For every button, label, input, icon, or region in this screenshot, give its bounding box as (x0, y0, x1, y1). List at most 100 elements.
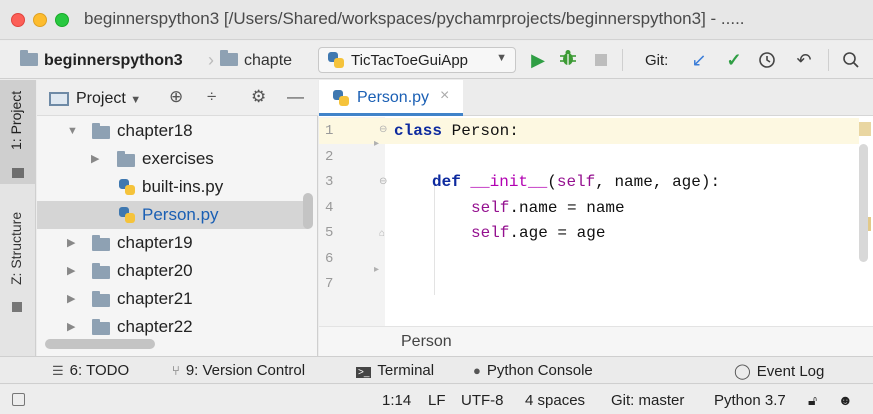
file-encoding[interactable]: UTF-8 (461, 392, 504, 409)
search-icon[interactable] (840, 48, 862, 75)
fold-collapse-icon[interactable]: ⊖ (379, 176, 387, 187)
fold-marker-icon: ▸ (374, 264, 380, 275)
tab-project[interactable]: 1: Project (8, 91, 24, 150)
line-number: 3 (325, 174, 334, 190)
code-text: , name, age): (595, 173, 721, 191)
inspector-icon[interactable]: ☻ (838, 392, 853, 408)
python-file-icon (333, 90, 349, 106)
tool-window-terminal[interactable]: >_ Terminal (356, 362, 434, 379)
tool-window-label: 6: TODO (69, 362, 130, 379)
code-keyword: class (394, 122, 443, 140)
indent-setting[interactable]: 4 spaces (525, 392, 585, 409)
close-icon[interactable]: × (440, 87, 449, 105)
folder-icon (117, 151, 135, 167)
python-file-icon (119, 207, 135, 223)
code-line-1[interactable]: class Person: (394, 122, 519, 140)
git-branch[interactable]: Git: master (611, 392, 684, 409)
debug-icon[interactable] (557, 48, 579, 74)
tree-item-label: chapter20 (117, 261, 193, 280)
indent-guide (434, 177, 435, 295)
chevron-right-icon: ▶ (67, 265, 76, 277)
editor-breadcrumb[interactable]: Person (401, 333, 452, 351)
tree-item-exercises[interactable]: ▶ exercises (37, 145, 308, 173)
python-file-icon (119, 179, 135, 195)
git-update-icon[interactable]: ↙ (688, 48, 710, 72)
tree-item-chapter21[interactable]: ▶ chapter21 (37, 285, 308, 313)
tab-person-py[interactable]: Person.py × (319, 80, 463, 116)
tree-item-label: chapter21 (117, 289, 193, 308)
collapse-all-icon[interactable]: ÷ (207, 87, 216, 107)
fold-collapse-icon[interactable]: ⊖ (379, 124, 387, 135)
tree-item-label: chapter19 (117, 233, 193, 252)
tool-window-event-log[interactable]: ◯ Event Log (734, 362, 824, 380)
navigation-bar: beginnerspython3 › chapte TicTacToeGuiAp… (0, 41, 873, 79)
run-configuration-label: TicTacToeGuiApp (351, 52, 468, 69)
code-line-3[interactable]: def __init__(self, name, age): (432, 173, 720, 191)
minimize-window-button[interactable] (33, 13, 47, 27)
code-line-4[interactable]: self.name = name (471, 199, 625, 217)
list-icon: ☰ (52, 363, 64, 378)
code-keyword: def (432, 173, 461, 191)
zoom-window-button[interactable] (55, 13, 69, 27)
current-line-marker (859, 122, 871, 136)
line-number: 4 (325, 200, 334, 216)
tree-item-chapter20[interactable]: ▶ chapter20 (37, 257, 308, 285)
chevron-right-icon: ▶ (67, 321, 76, 333)
line-separator[interactable]: LF (428, 392, 446, 409)
line-number: 6 (325, 251, 334, 267)
left-tool-strip: 1: Project Z: Structure (0, 80, 36, 356)
project-horizontal-scrollbar[interactable] (45, 339, 155, 349)
line-number: 1 (325, 123, 334, 139)
code-text: .age = age (509, 224, 606, 242)
revert-icon[interactable]: ↶ (793, 48, 815, 72)
code-magic-method: __init__ (470, 173, 548, 191)
code-self: self (556, 173, 596, 191)
tree-item-label: exercises (142, 149, 214, 168)
folder-icon (92, 123, 110, 139)
project-view-select[interactable]: Project ▼ (76, 90, 141, 108)
tree-item-label: chapter22 (117, 317, 193, 336)
code-line-5[interactable]: self.age = age (471, 224, 605, 242)
close-window-button[interactable] (11, 13, 25, 27)
run-configuration-select[interactable]: TicTacToeGuiApp ▼ (318, 47, 516, 73)
chevron-down-icon: ▼ (130, 94, 142, 106)
tree-item-chapter19[interactable]: ▶ chapter19 (37, 229, 308, 257)
run-icon[interactable]: ▶ (527, 48, 549, 72)
fold-end-icon: ⌂ (379, 228, 386, 239)
tool-window-version-control[interactable]: ⑂ 9: Version Control (172, 362, 305, 379)
breadcrumb-project[interactable]: beginnerspython3 (20, 50, 183, 70)
tree-item-built-ins[interactable]: built-ins.py (37, 173, 308, 201)
project-view-icon (49, 92, 69, 106)
tree-item-person[interactable]: Person.py (37, 201, 308, 229)
lock-icon[interactable]: 🔓︎ (808, 392, 817, 409)
tab-structure[interactable]: Z: Structure (8, 212, 24, 285)
tree-item-chapter22[interactable]: ▶ chapter22 (37, 313, 308, 341)
editor-vertical-scrollbar[interactable] (859, 144, 868, 262)
tool-window-python-console[interactable]: ● Python Console (473, 362, 593, 379)
chevron-down-icon: ▼ (67, 125, 78, 137)
hide-panel-icon[interactable]: — (287, 87, 304, 107)
git-commit-icon[interactable]: ✓ (723, 48, 745, 72)
python-interpreter[interactable]: Python 3.7 (714, 392, 786, 409)
title-bar: beginnerspython3 [/Users/Shared/workspac… (0, 0, 873, 40)
folder-icon (92, 235, 110, 251)
tree-item-label: chapter18 (117, 121, 193, 140)
folder-icon (220, 50, 238, 66)
caret-position[interactable]: 1:14 (382, 392, 411, 409)
project-vertical-scrollbar[interactable] (303, 193, 313, 229)
history-icon[interactable] (756, 48, 778, 75)
breadcrumb-folder[interactable]: chapte (220, 50, 292, 70)
toggle-tool-windows-icon[interactable] (12, 393, 25, 406)
gear-icon[interactable]: ⚙ (251, 87, 266, 107)
tool-window-todo[interactable]: ☰ 6: TODO (52, 362, 129, 379)
code-text: ( (547, 173, 557, 191)
line-number: 2 (325, 149, 334, 165)
tool-window-label: Event Log (756, 363, 825, 380)
python-console-icon: ● (473, 363, 481, 378)
tree-item-chapter18[interactable]: ▼ chapter18 (37, 117, 308, 145)
locate-target-icon[interactable]: ⊕ (169, 87, 183, 107)
editor-panel: Person.py × 1 2 3 4 5 6 7 ⊖ ▸ ⊖ ⌂ ▸ clas… (319, 80, 873, 356)
stop-icon[interactable] (590, 48, 612, 73)
project-panel: Project ▼ ⊕ ÷ ⚙ — ▼ chapter18 ▶ exercise… (37, 80, 318, 356)
folder-icon (92, 291, 110, 307)
